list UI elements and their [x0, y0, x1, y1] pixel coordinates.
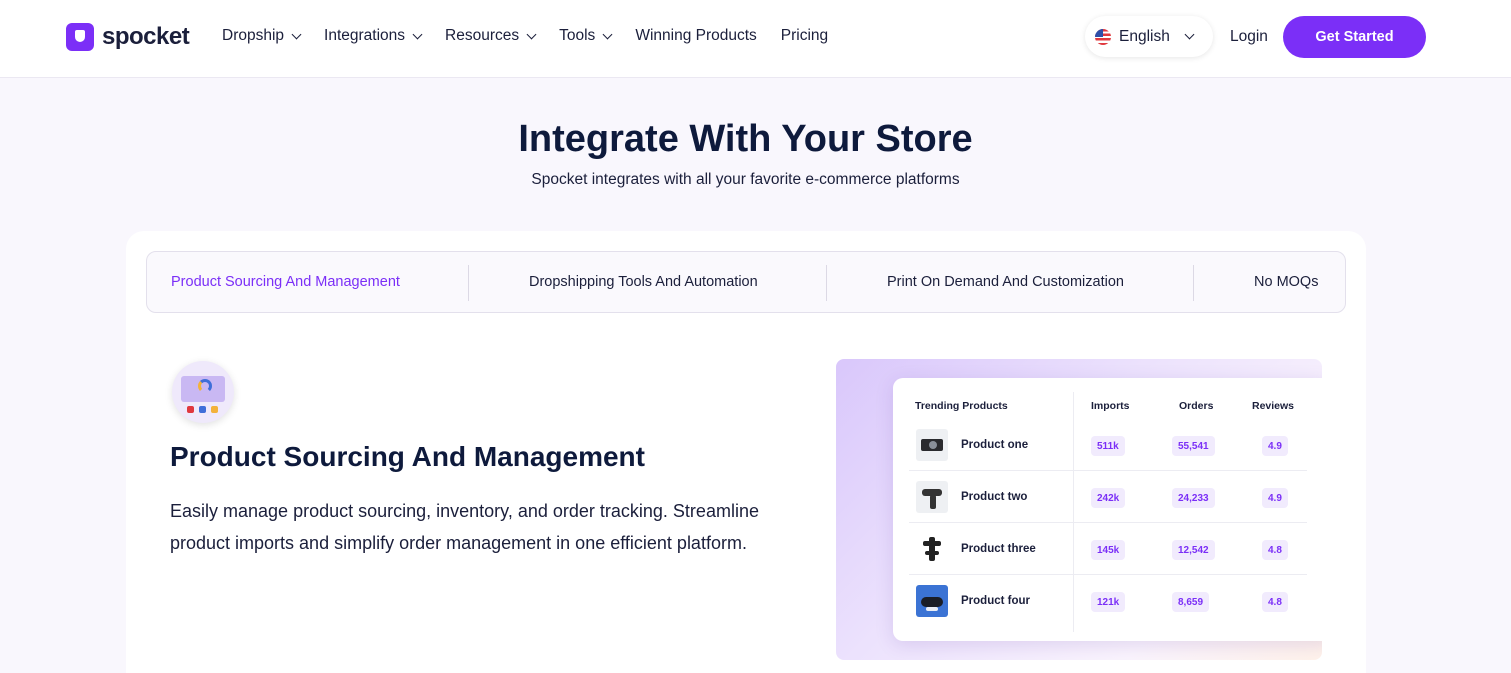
chevron-down-icon [602, 29, 613, 39]
imports-badge: 121k [1091, 592, 1126, 612]
table-row: Product one 511k 55,541 4.9 [893, 419, 1307, 471]
nav-label: Winning Products [635, 27, 757, 44]
nav-item-dropship[interactable]: Dropship [222, 27, 302, 45]
feature-tabs: Product Sourcing And Management Dropship… [146, 251, 1346, 313]
column-header-imports: Imports [1091, 400, 1130, 412]
nav-label: Resources [445, 27, 520, 44]
product-name: Product one [961, 439, 1029, 451]
massage-gun-icon [916, 481, 948, 513]
orders-badge: 12,542 [1172, 540, 1215, 560]
column-header-reviews: Reviews [1252, 400, 1295, 412]
login-link[interactable]: Login [1230, 28, 1268, 46]
nav-item-pricing[interactable]: Pricing [781, 27, 828, 45]
orders-badge: 24,233 [1172, 488, 1215, 508]
trending-products-table: Trending Products Imports Orders Reviews… [893, 378, 1322, 641]
imports-badge: 145k [1091, 540, 1126, 560]
spocket-logo[interactable]: spocket [66, 23, 190, 51]
tab-divider [468, 265, 469, 301]
column-header-orders: Orders [1179, 400, 1214, 412]
gimbal-icon [916, 533, 948, 565]
table-row: Product two 242k 24,233 4.9 [893, 471, 1307, 523]
table-row: Product three 145k 12,542 4.8 [893, 523, 1307, 575]
nav-item-tools[interactable]: Tools [559, 27, 613, 45]
tab-product-sourcing[interactable]: Product Sourcing And Management [171, 252, 400, 312]
page-subtitle: Spocket integrates with all your favorit… [531, 171, 960, 188]
product-name: Product three [961, 543, 1036, 555]
orders-badge: 8,659 [1172, 592, 1210, 612]
chevron-down-icon [412, 29, 423, 39]
main-nav: Dropship Integrations Resources Tools Wi… [222, 27, 852, 45]
product-name: Product four [961, 595, 1030, 607]
get-started-button[interactable]: Get Started [1283, 16, 1426, 58]
nav-label: Pricing [780, 27, 829, 44]
reviews-badge: 4.9 [1262, 488, 1288, 508]
imports-badge: 242k [1091, 488, 1126, 508]
feature-description: Easily manage product sourcing, inventor… [170, 501, 759, 553]
language-selector[interactable]: English [1085, 16, 1213, 57]
bike-icon [916, 585, 948, 617]
reviews-badge: 4.8 [1262, 540, 1288, 560]
tab-divider [1193, 265, 1194, 301]
tab-dropshipping-tools[interactable]: Dropshipping Tools And Automation [529, 252, 758, 312]
column-header-product: Trending Products [915, 400, 1008, 412]
tab-print-on-demand[interactable]: Print On Demand And Customization [887, 252, 1124, 312]
product-name: Product two [961, 491, 1028, 503]
chevron-down-icon [291, 29, 302, 39]
us-flag-icon [1095, 28, 1111, 45]
table-row: Product four 121k 8,659 4.8 [893, 575, 1307, 627]
nav-label: Integrations [324, 27, 406, 44]
nav-item-integrations[interactable]: Integrations [324, 27, 423, 45]
integration-card: Product Sourcing And Management Dropship… [126, 231, 1366, 673]
tab-divider [826, 265, 827, 301]
site-header: spocket Dropship Integrations Resources … [0, 0, 1511, 78]
feature-title: Product Sourcing And Management [170, 441, 645, 472]
language-label: English [1119, 27, 1170, 45]
reviews-badge: 4.9 [1262, 436, 1288, 456]
chevron-down-icon [1184, 29, 1195, 40]
nav-label: Dropship [222, 27, 285, 44]
camera-icon [916, 429, 948, 461]
trending-products-preview: Trending Products Imports Orders Reviews… [836, 359, 1322, 660]
chevron-down-icon [526, 29, 537, 39]
tab-no-moqs[interactable]: No MOQs [1254, 252, 1318, 312]
product-sourcing-icon [172, 361, 234, 423]
imports-badge: 511k [1091, 436, 1125, 456]
page-title: Integrate With Your Store [518, 118, 973, 160]
nav-item-resources[interactable]: Resources [445, 27, 537, 45]
spocket-logo-icon [66, 23, 94, 51]
brand-name: spocket [102, 23, 190, 50]
reviews-badge: 4.8 [1262, 592, 1288, 612]
nav-item-winning-products[interactable]: Winning Products [635, 27, 756, 45]
orders-badge: 55,541 [1172, 436, 1215, 456]
nav-label: Tools [559, 27, 596, 44]
